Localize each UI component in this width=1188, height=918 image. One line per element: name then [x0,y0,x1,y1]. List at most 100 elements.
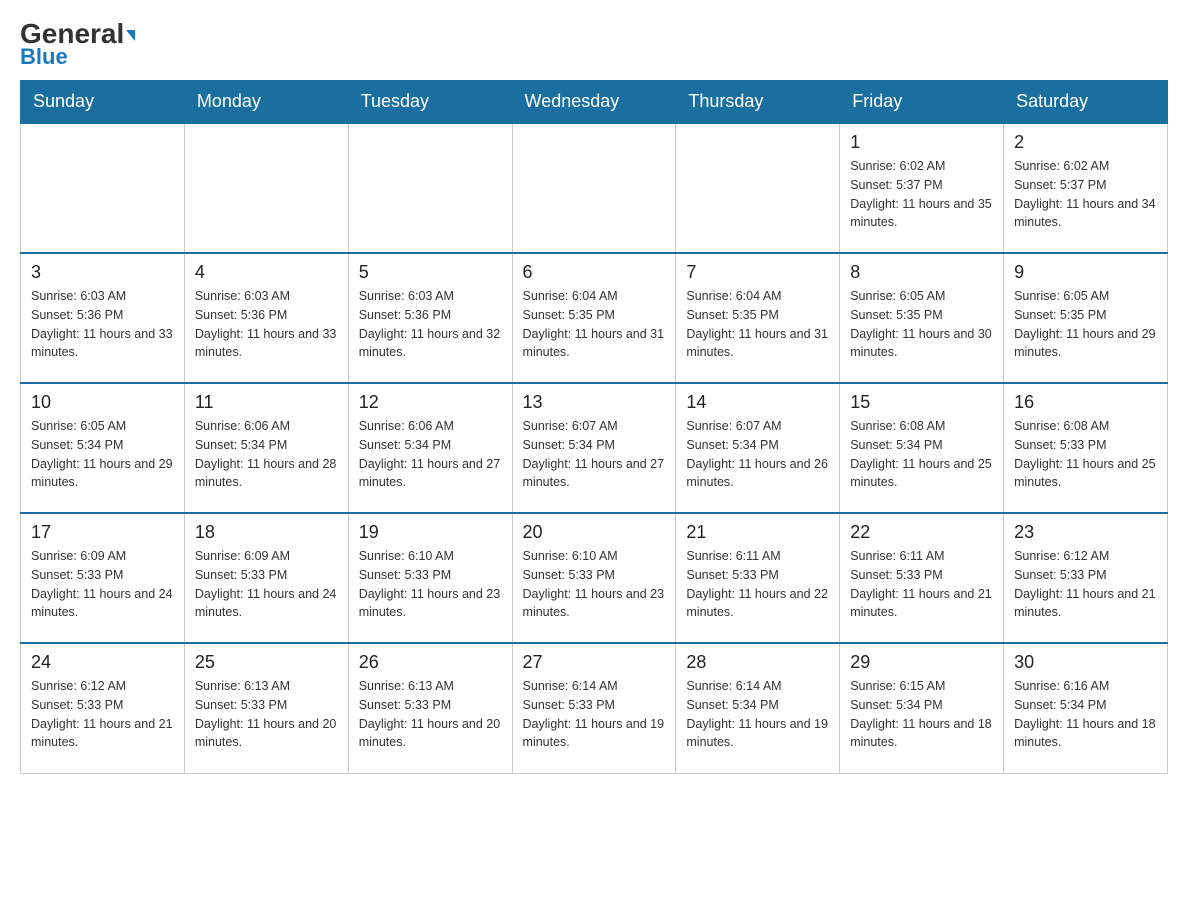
day-number: 6 [523,262,666,283]
calendar-day-cell: 3 Sunrise: 6:03 AM Sunset: 5:36 PM Daylig… [21,253,185,383]
day-of-week-header: Wednesday [512,81,676,124]
day-info: Sunrise: 6:06 AM Sunset: 5:34 PM Dayligh… [195,417,338,492]
day-number: 15 [850,392,993,413]
day-info: Sunrise: 6:05 AM Sunset: 5:34 PM Dayligh… [31,417,174,492]
day-info: Sunrise: 6:02 AM Sunset: 5:37 PM Dayligh… [1014,157,1157,232]
day-number: 25 [195,652,338,673]
day-number: 16 [1014,392,1157,413]
day-info: Sunrise: 6:08 AM Sunset: 5:33 PM Dayligh… [1014,417,1157,492]
day-info: Sunrise: 6:10 AM Sunset: 5:33 PM Dayligh… [523,547,666,622]
day-info: Sunrise: 6:14 AM Sunset: 5:33 PM Dayligh… [523,677,666,752]
day-info: Sunrise: 6:10 AM Sunset: 5:33 PM Dayligh… [359,547,502,622]
day-info: Sunrise: 6:12 AM Sunset: 5:33 PM Dayligh… [31,677,174,752]
day-info: Sunrise: 6:03 AM Sunset: 5:36 PM Dayligh… [359,287,502,362]
day-of-week-header: Monday [184,81,348,124]
day-info: Sunrise: 6:07 AM Sunset: 5:34 PM Dayligh… [686,417,829,492]
logo: General Blue [20,20,135,70]
calendar-day-cell: 9Sunrise: 6:05 AM Sunset: 5:35 PM Daylig… [1004,253,1168,383]
calendar-day-cell: 11 Sunrise: 6:06 AM Sunset: 5:34 PM Dayli… [184,383,348,513]
day-number: 24 [31,652,174,673]
calendar-day-cell: 26 Sunrise: 6:13 AM Sunset: 5:33 PM Dayli… [348,643,512,773]
logo-blue: Blue [20,44,68,70]
day-info: Sunrise: 6:03 AM Sunset: 5:36 PM Dayligh… [195,287,338,362]
day-number: 11 [195,392,338,413]
calendar-day-cell: 21 Sunrise: 6:11 AM Sunset: 5:33 PM Dayli… [676,513,840,643]
calendar-day-cell: 16 Sunrise: 6:08 AM Sunset: 5:33 PM Dayli… [1004,383,1168,513]
day-of-week-header: Tuesday [348,81,512,124]
day-number: 29 [850,652,993,673]
calendar-day-cell: 12Sunrise: 6:06 AM Sunset: 5:34 PM Dayli… [348,383,512,513]
calendar-header-row: SundayMondayTuesdayWednesdayThursdayFrid… [21,81,1168,124]
day-info: Sunrise: 6:05 AM Sunset: 5:35 PM Dayligh… [1014,287,1157,362]
calendar-day-cell: 17Sunrise: 6:09 AM Sunset: 5:33 PM Dayli… [21,513,185,643]
day-number: 22 [850,522,993,543]
day-of-week-header: Friday [840,81,1004,124]
calendar-day-cell [512,123,676,253]
day-number: 28 [686,652,829,673]
calendar-day-cell: 6 Sunrise: 6:04 AM Sunset: 5:35 PM Daylig… [512,253,676,383]
calendar-day-cell: 13 Sunrise: 6:07 AM Sunset: 5:34 PM Dayli… [512,383,676,513]
calendar-week-row: 17Sunrise: 6:09 AM Sunset: 5:33 PM Dayli… [21,513,1168,643]
calendar-day-cell: 7Sunrise: 6:04 AM Sunset: 5:35 PM Daylig… [676,253,840,383]
day-info: Sunrise: 6:03 AM Sunset: 5:36 PM Dayligh… [31,287,174,362]
day-number: 26 [359,652,502,673]
calendar-day-cell: 29 Sunrise: 6:15 AM Sunset: 5:34 PM Dayli… [840,643,1004,773]
calendar-day-cell: 5 Sunrise: 6:03 AM Sunset: 5:36 PM Daylig… [348,253,512,383]
day-info: Sunrise: 6:05 AM Sunset: 5:35 PM Dayligh… [850,287,993,362]
day-info: Sunrise: 6:14 AM Sunset: 5:34 PM Dayligh… [686,677,829,752]
day-of-week-header: Sunday [21,81,185,124]
calendar-day-cell: 19 Sunrise: 6:10 AM Sunset: 5:33 PM Dayli… [348,513,512,643]
calendar-day-cell: 10Sunrise: 6:05 AM Sunset: 5:34 PM Dayli… [21,383,185,513]
day-info: Sunrise: 6:13 AM Sunset: 5:33 PM Dayligh… [359,677,502,752]
calendar-day-cell: 27 Sunrise: 6:14 AM Sunset: 5:33 PM Dayli… [512,643,676,773]
calendar-day-cell [184,123,348,253]
day-number: 13 [523,392,666,413]
calendar-day-cell: 18Sunrise: 6:09 AM Sunset: 5:33 PM Dayli… [184,513,348,643]
calendar-week-row: 3 Sunrise: 6:03 AM Sunset: 5:36 PM Daylig… [21,253,1168,383]
calendar-day-cell: 8 Sunrise: 6:05 AM Sunset: 5:35 PM Daylig… [840,253,1004,383]
day-number: 8 [850,262,993,283]
day-number: 3 [31,262,174,283]
day-info: Sunrise: 6:11 AM Sunset: 5:33 PM Dayligh… [686,547,829,622]
day-of-week-header: Thursday [676,81,840,124]
page-header: General Blue [20,20,1168,70]
day-number: 18 [195,522,338,543]
calendar-day-cell: 20 Sunrise: 6:10 AM Sunset: 5:33 PM Dayli… [512,513,676,643]
day-info: Sunrise: 6:04 AM Sunset: 5:35 PM Dayligh… [523,287,666,362]
day-number: 7 [686,262,829,283]
calendar-table: SundayMondayTuesdayWednesdayThursdayFrid… [20,80,1168,774]
calendar-day-cell: 4Sunrise: 6:03 AM Sunset: 5:36 PM Daylig… [184,253,348,383]
calendar-day-cell: 14 Sunrise: 6:07 AM Sunset: 5:34 PM Dayli… [676,383,840,513]
calendar-day-cell: 28 Sunrise: 6:14 AM Sunset: 5:34 PM Dayli… [676,643,840,773]
day-info: Sunrise: 6:07 AM Sunset: 5:34 PM Dayligh… [523,417,666,492]
calendar-day-cell: 2 Sunrise: 6:02 AM Sunset: 5:37 PM Daylig… [1004,123,1168,253]
calendar-day-cell: 23 Sunrise: 6:12 AM Sunset: 5:33 PM Dayli… [1004,513,1168,643]
day-number: 23 [1014,522,1157,543]
day-number: 14 [686,392,829,413]
day-number: 21 [686,522,829,543]
day-number: 5 [359,262,502,283]
day-number: 2 [1014,132,1157,153]
day-info: Sunrise: 6:02 AM Sunset: 5:37 PM Dayligh… [850,157,993,232]
calendar-day-cell: 1Sunrise: 6:02 AM Sunset: 5:37 PM Daylig… [840,123,1004,253]
calendar-day-cell [676,123,840,253]
day-info: Sunrise: 6:12 AM Sunset: 5:33 PM Dayligh… [1014,547,1157,622]
day-info: Sunrise: 6:13 AM Sunset: 5:33 PM Dayligh… [195,677,338,752]
day-number: 19 [359,522,502,543]
calendar-day-cell: 15 Sunrise: 6:08 AM Sunset: 5:34 PM Dayli… [840,383,1004,513]
day-of-week-header: Saturday [1004,81,1168,124]
day-number: 12 [359,392,502,413]
calendar-day-cell: 30Sunrise: 6:16 AM Sunset: 5:34 PM Dayli… [1004,643,1168,773]
day-number: 27 [523,652,666,673]
calendar-day-cell: 22Sunrise: 6:11 AM Sunset: 5:33 PM Dayli… [840,513,1004,643]
day-info: Sunrise: 6:08 AM Sunset: 5:34 PM Dayligh… [850,417,993,492]
calendar-day-cell [348,123,512,253]
calendar-day-cell: 25 Sunrise: 6:13 AM Sunset: 5:33 PM Dayli… [184,643,348,773]
day-number: 20 [523,522,666,543]
calendar-day-cell: 24 Sunrise: 6:12 AM Sunset: 5:33 PM Dayli… [21,643,185,773]
calendar-week-row: 24 Sunrise: 6:12 AM Sunset: 5:33 PM Dayli… [21,643,1168,773]
day-info: Sunrise: 6:16 AM Sunset: 5:34 PM Dayligh… [1014,677,1157,752]
calendar-day-cell [21,123,185,253]
day-info: Sunrise: 6:15 AM Sunset: 5:34 PM Dayligh… [850,677,993,752]
calendar-week-row: 10Sunrise: 6:05 AM Sunset: 5:34 PM Dayli… [21,383,1168,513]
